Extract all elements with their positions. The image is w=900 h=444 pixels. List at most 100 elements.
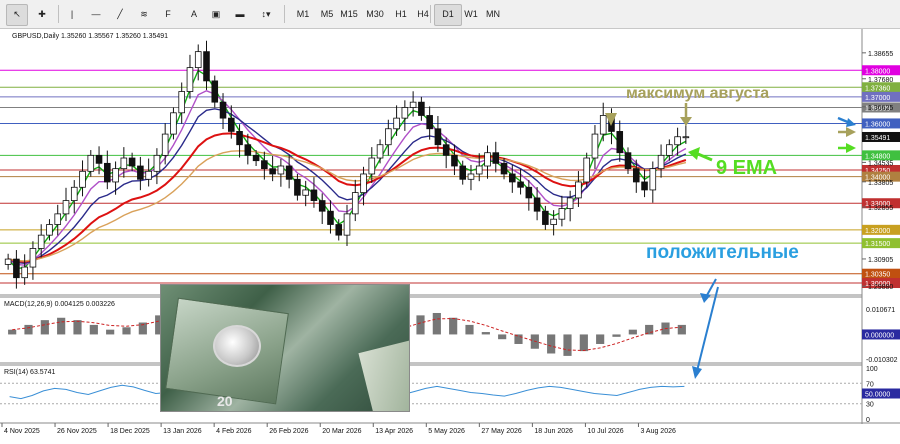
date-tick-label-10: 18 Jun 2026 <box>534 428 573 435</box>
candle-body-80 <box>666 144 673 156</box>
vertical-line-icon[interactable]: | <box>62 4 82 24</box>
candle-body-23 <box>194 51 202 68</box>
candle-body-9 <box>79 170 86 188</box>
candle-body-7 <box>62 200 70 215</box>
date-tick-label-1: 26 Nov 2025 <box>57 428 97 435</box>
price-axis: 1.380001.373601.370001.366001.360001.348… <box>862 51 900 424</box>
candle-body-15 <box>128 157 136 167</box>
price-tick-label-5: 1.33805 <box>868 180 893 187</box>
candle-body-49 <box>409 101 417 108</box>
horizontal-line-icon[interactable]: — <box>86 4 106 24</box>
candle-body-28 <box>236 131 243 146</box>
equidistant-channel-icon[interactable]: ≋ <box>134 4 154 24</box>
candle-body-31 <box>261 160 268 170</box>
text-label-icon[interactable]: ▣ <box>206 4 226 24</box>
rectangle-icon[interactable]: ▬ <box>230 4 250 24</box>
level-tag-label-11: 1.30350 <box>865 272 890 279</box>
fibonacci-icon[interactable]: F <box>158 4 178 24</box>
candle-body-63 <box>525 186 533 199</box>
candle-body-66 <box>550 218 557 225</box>
timeframe-m15[interactable]: M15 <box>336 4 362 24</box>
timeframe-mn[interactable]: MN <box>480 4 506 24</box>
candle-body-79 <box>657 154 665 170</box>
candle-body-65 <box>542 210 549 225</box>
date-tick-label-11: 10 Jul 2026 <box>587 428 623 435</box>
candle-body-74 <box>616 131 624 154</box>
crosshair-icon[interactable]: ✚ <box>32 4 52 24</box>
candle-body-46 <box>385 128 392 146</box>
candle-body-69 <box>575 181 582 199</box>
candle-body-64 <box>533 197 541 212</box>
candle-body-32 <box>269 168 276 175</box>
candle-body-33 <box>277 165 285 175</box>
level-tag-label-4: 1.36000 <box>865 121 890 128</box>
rsi-tick-label-0: 100 <box>866 366 878 373</box>
macd-header: MACD(12,26,9) 0.004125 0.003226 <box>4 301 115 308</box>
date-tick-label-7: 13 Apr 2026 <box>375 428 413 435</box>
candle-body-47 <box>393 117 400 130</box>
candle-body-60 <box>500 162 508 175</box>
annotation-positive: положительные <box>646 242 799 263</box>
macd-zero-label: 0.000000 <box>865 332 894 339</box>
candle-body-30 <box>252 154 260 162</box>
candle-body-16 <box>137 165 144 180</box>
note-numeral-twenty: 20 <box>217 393 233 409</box>
candle-body-13 <box>112 168 119 183</box>
candle-body-11 <box>95 154 103 164</box>
candle-body-52 <box>434 128 442 146</box>
price-tick-label-4: 1.34535 <box>868 160 893 167</box>
candle-body-62 <box>517 181 524 188</box>
candle-body-67 <box>558 208 566 220</box>
candle-body-56 <box>467 173 475 180</box>
candle-body-72 <box>599 115 607 135</box>
candle-body-4 <box>37 234 45 249</box>
level-tag-label-0: 1.38000 <box>865 68 890 75</box>
cursor-icon[interactable]: ↖ <box>6 4 28 26</box>
candle-body-19 <box>161 133 169 156</box>
level-tag-label-5: 1.34800 <box>865 153 890 160</box>
candle-body-41 <box>343 213 351 236</box>
candle-body-37 <box>310 189 318 201</box>
rsi-level-label: 50.0000 <box>865 392 890 399</box>
level-tag-label-1: 1.37360 <box>865 85 890 92</box>
macd-tick-label-0: 0.010671 <box>866 307 895 314</box>
candle-body-55 <box>459 165 467 180</box>
candle-body-77 <box>641 181 648 191</box>
candle-body-34 <box>285 165 293 180</box>
timeframe-m1[interactable]: M1 <box>290 4 316 24</box>
candle-body-82 <box>682 136 690 139</box>
candle-body-21 <box>178 91 185 114</box>
candle-body-43 <box>360 173 367 193</box>
trendline-icon[interactable]: ╱ <box>110 4 130 24</box>
candle-body-50 <box>418 101 425 116</box>
candle-body-68 <box>566 197 574 209</box>
timeframe-m30[interactable]: M30 <box>362 4 388 24</box>
date-tick-label-8: 5 May 2026 <box>428 428 465 435</box>
date-tick-label-12: 3 Aug 2026 <box>640 428 676 435</box>
price-tick-label-6: 1.32855 <box>868 205 893 212</box>
candle-body-20 <box>170 112 177 135</box>
candle-body-2 <box>21 266 28 279</box>
arrows-icon[interactable]: ↕▾ <box>256 4 276 24</box>
timeframe-h4[interactable]: H4 <box>410 4 436 24</box>
candle-body-35 <box>294 178 301 196</box>
chart-header: GBPUSD,Daily 1.35260 1.35567 1.35260 1.3… <box>12 33 168 40</box>
chart-window[interactable]: 1.38000 1.37360 1.37000 1.36600 1.36000 1.348… <box>0 29 900 439</box>
price-tick-label-1: 1.37680 <box>868 77 893 84</box>
date-tick-label-0: 4 Nov 2025 <box>4 428 40 435</box>
rsi-tick-label-3: 30 <box>866 402 874 409</box>
candle-body-8 <box>70 186 78 201</box>
date-tick-label-3: 13 Jan 2026 <box>163 428 202 435</box>
text-tool-icon[interactable]: A <box>184 4 204 24</box>
chart-svg: 1.380001.373601.370001.366001.360001.348… <box>0 29 900 439</box>
candle-body-6 <box>54 213 62 225</box>
rsi-tick-label-1: 70 <box>866 381 874 388</box>
candle-body-0 <box>4 258 12 265</box>
candle-body-57 <box>475 165 483 175</box>
candle-body-54 <box>451 154 458 167</box>
candle-body-44 <box>368 157 376 175</box>
annotation-9-ema: 9 EMA <box>716 157 777 179</box>
price-tick-label-8: 1.29880 <box>868 284 893 291</box>
candle-body-5 <box>46 224 53 236</box>
level-tag-label-2: 1.37000 <box>865 95 890 102</box>
